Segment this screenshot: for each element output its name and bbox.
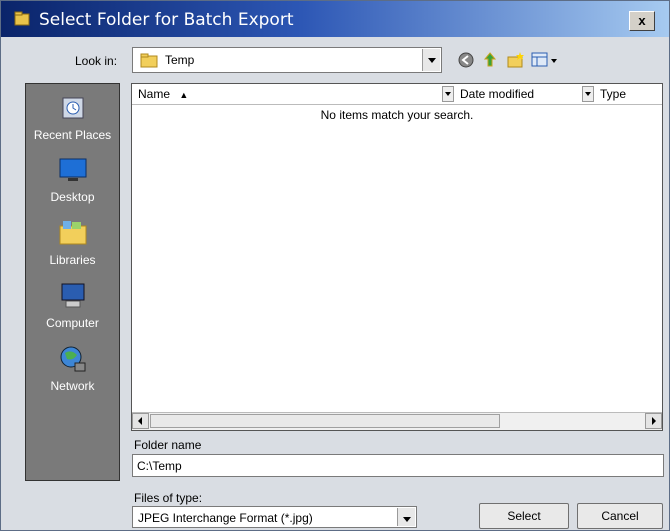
select-button[interactable]: Select: [479, 503, 569, 529]
chevron-down-icon[interactable]: [422, 49, 440, 71]
place-label: Libraries: [49, 253, 96, 267]
folder-icon: [140, 53, 158, 68]
close-icon: x: [638, 13, 646, 28]
place-label: Desktop: [50, 190, 95, 204]
place-recent-places[interactable]: Recent Places: [26, 92, 119, 142]
up-folder-icon[interactable]: [481, 51, 499, 69]
folder-name-label: Folder name: [134, 438, 202, 452]
computer-icon: [61, 283, 84, 308]
place-libraries[interactable]: Libraries: [26, 217, 119, 267]
place-label: Network: [50, 379, 95, 393]
place-network[interactable]: Network: [26, 343, 119, 393]
file-type-label: Files of type:: [134, 491, 203, 505]
scroll-left-button[interactable]: [132, 413, 149, 429]
place-label: Computer: [46, 316, 99, 330]
look-in-value: Temp: [165, 53, 195, 67]
column-header-name[interactable]: Name ▲: [138, 84, 188, 104]
file-list[interactable]: Name ▲ Date modified Type No items match…: [131, 83, 663, 431]
chevron-down-icon[interactable]: [442, 86, 454, 102]
column-header-type[interactable]: Type: [600, 84, 626, 104]
recent-places-icon: [62, 97, 83, 119]
scrollbar-thumb[interactable]: [150, 414, 500, 428]
dialog-window: Select Folder for Batch Export x Look in…: [0, 0, 670, 531]
title-bar[interactable]: Select Folder for Batch Export x: [1, 1, 669, 37]
network-icon: [60, 346, 85, 372]
chevron-left-icon: [138, 417, 142, 425]
chevron-down-icon[interactable]: [397, 508, 415, 526]
file-type-dropdown[interactable]: JPEG Interchange Format (*.jpg): [132, 506, 417, 528]
look-in-label: Look in:: [75, 54, 118, 68]
column-header-date-modified[interactable]: Date modified: [460, 84, 534, 104]
close-button[interactable]: x: [629, 11, 655, 31]
file-type-value: JPEG Interchange Format (*.jpg): [138, 511, 313, 525]
desktop-icon: [59, 158, 86, 181]
libraries-icon: [59, 221, 86, 245]
column-header-row: Name ▲ Date modified Type: [132, 84, 662, 105]
empty-message: No items match your search.: [320, 108, 474, 122]
place-computer[interactable]: Computer: [26, 280, 119, 330]
chevron-down-icon[interactable]: [582, 86, 594, 102]
place-label: Recent Places: [33, 128, 112, 142]
folder-name-input[interactable]: [132, 454, 664, 477]
sort-up-icon: ▲: [179, 90, 189, 100]
scroll-right-button[interactable]: [645, 413, 662, 429]
place-desktop[interactable]: Desktop: [26, 154, 119, 204]
dialog-title: Select Folder for Batch Export: [39, 10, 294, 30]
chevron-right-icon: [652, 417, 656, 425]
horizontal-scrollbar[interactable]: [132, 412, 662, 430]
back-icon[interactable]: [457, 51, 475, 69]
app-icon: [14, 11, 30, 26]
new-folder-icon[interactable]: [507, 51, 525, 69]
places-bar: Recent Places Desktop Libraries Computer: [25, 83, 120, 481]
view-menu-icon[interactable]: [531, 51, 559, 69]
look-in-dropdown[interactable]: Temp: [132, 47, 442, 73]
cancel-button[interactable]: Cancel: [577, 503, 663, 529]
